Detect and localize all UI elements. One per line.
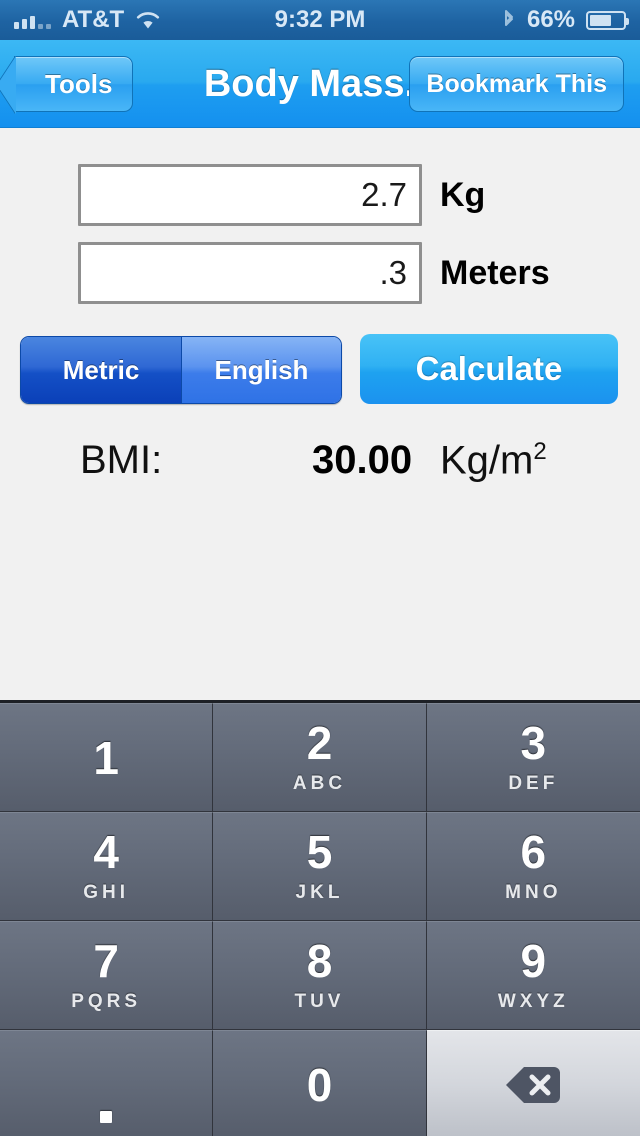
key-1[interactable]: 1 [0,703,214,812]
bmi-result-unit: Kg/m2 [440,438,547,483]
calculate-button[interactable]: Calculate [360,334,618,404]
back-button-label: Tools [45,68,113,99]
status-bar-right: 66% [365,6,630,34]
numeric-keypad: 1 2 ABC 3 DEF 4 GHI 5 JKL 6 MNO 7 PQRS 8… [0,700,640,1136]
key-7-letters: PQRS [71,991,142,1012]
unit-system-segmented-control[interactable]: Metric English [20,336,342,404]
segment-english[interactable]: English [181,337,341,403]
bluetooth-icon [502,8,516,32]
key-9-digit: 9 [520,935,547,987]
key-delete[interactable] [426,1030,640,1136]
key-4-letters: GHI [83,882,130,903]
key-3[interactable]: 3 DEF [426,703,640,812]
signal-bars-icon [14,12,51,29]
key-2-letters: ABC [292,773,347,794]
keypad-row: 1 2 ABC 3 DEF [0,703,640,812]
status-bar-center: 9:32 PM [275,6,366,34]
key-3-digit: 3 [520,717,547,769]
carrier-label: AT&T [62,6,125,33]
keypad-row: . 0 [0,1030,640,1136]
key-6[interactable]: 6 MNO [426,812,640,921]
key-8-letters: TUV [294,991,345,1012]
keypad-row: 4 GHI 5 JKL 6 MNO [0,812,640,921]
key-5-letters: JKL [295,882,344,903]
clock: 9:32 PM [274,6,366,33]
weight-field-row: Kg [78,164,485,226]
key-0[interactable]: 0 [213,1030,427,1136]
key-6-letters: MNO [505,882,562,903]
battery-fill [590,14,612,26]
weight-unit-label: Kg [440,175,486,214]
bmi-result-value: 30.00 [312,438,413,482]
height-input[interactable] [78,242,422,304]
key-2[interactable]: 2 ABC [213,703,427,812]
key-7-digit: 7 [93,935,119,987]
key-9[interactable]: 9 WXYZ [426,921,640,1030]
app-screen: AT&T 9:32 PM 66% Body Mass... Tools Book… [0,0,640,1136]
key-3-letters: DEF [508,773,559,794]
key-0-digit: 0 [306,1058,333,1111]
bmi-unit-base: Kg/m [440,438,534,483]
key-5[interactable]: 5 JKL [213,812,427,921]
navigation-bar: Body Mass... Tools Bookmark This [0,40,640,128]
key-2-digit: 2 [306,717,333,769]
key-8-digit: 8 [306,935,333,987]
bmi-unit-exponent: 2 [533,438,547,465]
key-8[interactable]: 8 TUV [213,921,427,1030]
status-bar: AT&T 9:32 PM 66% [0,0,640,40]
battery-percent-label: 66% [526,6,576,33]
key-decimal-point[interactable]: . [0,1030,214,1136]
backspace-icon [504,1064,562,1106]
weight-input[interactable] [78,164,422,226]
status-bar-left: AT&T [14,6,275,34]
height-field-row: Meters [78,242,550,304]
key-7[interactable]: 7 PQRS [0,921,214,1030]
key-1-digit: 1 [93,731,119,784]
decimal-point-icon [100,1110,113,1123]
key-4[interactable]: 4 GHI [0,812,214,921]
key-4-digit: 4 [93,826,119,878]
bmi-result-row: BMI: 30.00 Kg/m2 [0,438,640,494]
key-5-digit: 5 [306,826,333,878]
back-button-tools[interactable]: Tools [14,56,134,112]
wifi-icon [135,10,161,30]
height-unit-label: Meters [440,253,550,292]
battery-icon [586,10,630,30]
bmi-result-label: BMI: [80,438,163,482]
bookmark-this-button[interactable]: Bookmark This [409,56,624,112]
key-9-letters: WXYZ [497,991,569,1012]
main-content: Kg Meters Metric English Calculate BMI: … [0,128,640,700]
keypad-row: 7 PQRS 8 TUV 9 WXYZ [0,921,640,1030]
key-6-digit: 6 [520,826,547,878]
segment-metric[interactable]: Metric [21,337,181,403]
